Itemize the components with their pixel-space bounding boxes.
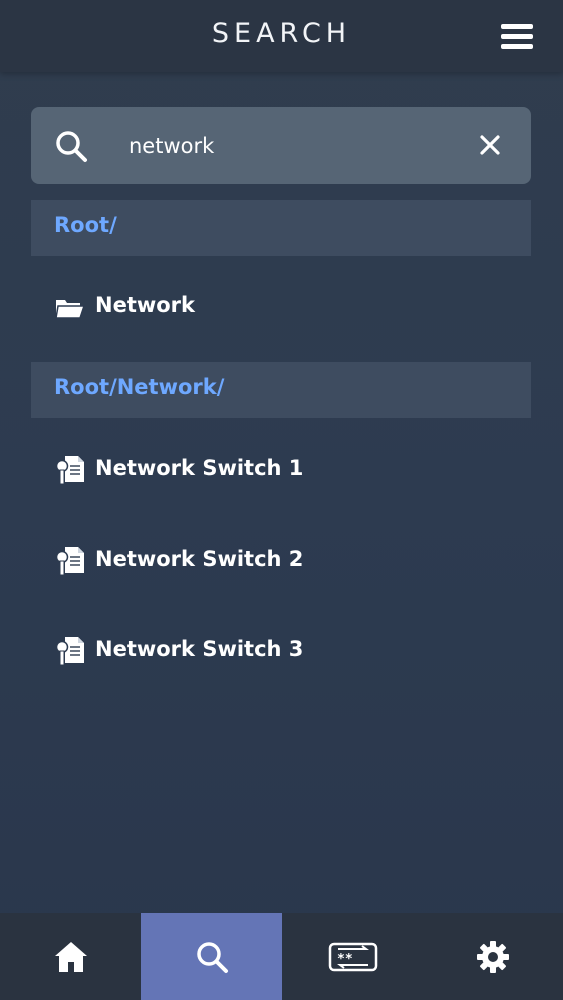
bottom-navigation: **_ (0, 913, 563, 1000)
app-window: SEARCH Root/ Network Root/Network/ (0, 0, 563, 1000)
search-icon (56, 131, 87, 162)
nav-settings[interactable] (422, 913, 563, 1000)
search-icon (196, 941, 228, 973)
group-path: Root/ (54, 213, 117, 237)
search-bar (31, 107, 531, 184)
home-icon (54, 941, 87, 972)
key-document-icon (55, 456, 84, 485)
hamburger-menu-icon[interactable] (501, 24, 533, 52)
result-item-network-switch-1[interactable]: Network Switch 1 (31, 440, 531, 500)
result-item-network-switch-3[interactable]: Network Switch 3 (31, 621, 531, 681)
result-item-network-switch-2[interactable]: Network Switch 2 (31, 531, 531, 591)
folder-open-icon (55, 300, 86, 319)
result-item-network[interactable]: Network (31, 277, 531, 337)
nav-password-generator[interactable]: **_ (282, 913, 423, 1000)
group-path: Root/Network/ (54, 375, 225, 399)
key-document-icon (55, 637, 84, 666)
close-icon[interactable] (477, 132, 503, 158)
result-label: Network (95, 293, 196, 317)
nav-home[interactable] (0, 913, 141, 1000)
key-document-icon (55, 547, 84, 576)
password-generator-icon: **_ (328, 942, 377, 971)
gear-icon (476, 940, 509, 973)
search-input[interactable] (127, 127, 461, 165)
page-title: SEARCH (211, 18, 352, 49)
result-label: Network Switch 1 (95, 456, 304, 480)
group-header-root-network: Root/Network/ (31, 362, 531, 418)
group-header-root: Root/ (31, 200, 531, 256)
nav-search[interactable] (141, 913, 282, 1000)
top-bar: SEARCH (0, 0, 563, 72)
result-label: Network Switch 2 (95, 547, 304, 571)
result-label: Network Switch 3 (95, 637, 304, 661)
